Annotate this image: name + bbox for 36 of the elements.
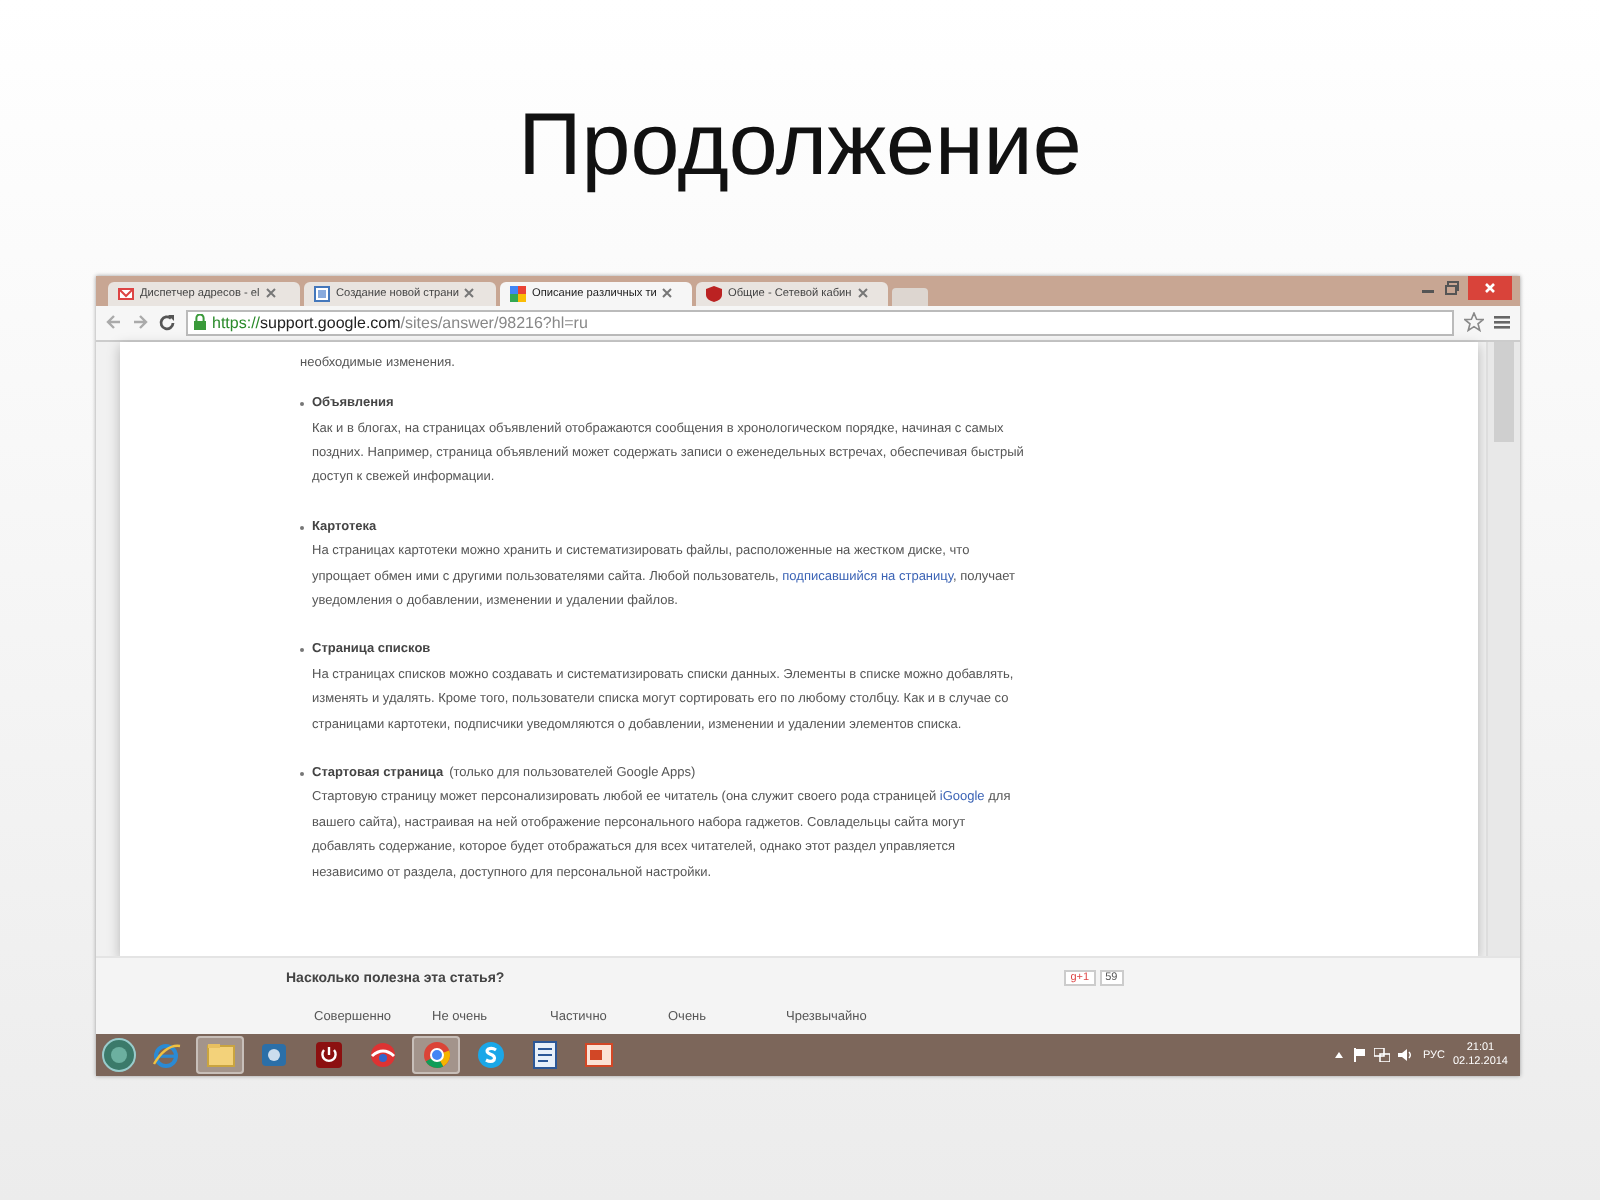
slide-title: Продолжение	[518, 96, 1082, 196]
close-icon[interactable]	[857, 288, 868, 299]
star-icon[interactable]	[1464, 312, 1484, 333]
page-icon	[314, 285, 330, 302]
skype-icon	[475, 1040, 505, 1070]
back-arrow-icon[interactable]	[106, 314, 122, 331]
envelope-icon	[118, 285, 134, 302]
globe-icon	[367, 1040, 397, 1070]
url-text: https://support.google.com/sites/answer/98216?hl=ru	[212, 313, 588, 332]
browser-e-icon	[151, 1040, 181, 1070]
chrome-icon	[421, 1040, 451, 1070]
forward-arrow-icon[interactable]	[132, 314, 148, 331]
close-icon[interactable]	[464, 288, 475, 299]
reload-icon[interactable]	[158, 313, 176, 332]
squares-icon	[510, 285, 526, 302]
scrollbar[interactable]	[1486, 341, 1520, 957]
close-icon[interactable]	[265, 288, 276, 299]
power-icon	[313, 1040, 343, 1070]
close-icon[interactable]	[1468, 276, 1512, 300]
network-icon[interactable]	[1374, 1048, 1391, 1062]
flag-icon[interactable]	[1352, 1048, 1367, 1062]
address-field[interactable]: https://support.google.com/sites/answer/98216?hl=ru	[186, 309, 1454, 336]
menu-icon[interactable]	[1494, 314, 1510, 331]
scrollbar-thumb[interactable]	[1494, 341, 1514, 442]
speaker-icon[interactable]	[1398, 1048, 1415, 1062]
camera-icon	[259, 1040, 289, 1070]
document-icon	[529, 1040, 559, 1070]
close-icon[interactable]	[662, 288, 673, 299]
restore-icon[interactable]	[1444, 280, 1460, 296]
lock-icon	[194, 314, 206, 331]
taskbar-button[interactable]	[412, 1036, 460, 1074]
up-arrow-icon[interactable]	[1334, 1050, 1345, 1060]
folder-icon	[205, 1040, 235, 1070]
start-orb-icon[interactable]	[102, 1038, 136, 1072]
shield-icon	[706, 285, 722, 302]
presentation-icon	[583, 1040, 613, 1070]
